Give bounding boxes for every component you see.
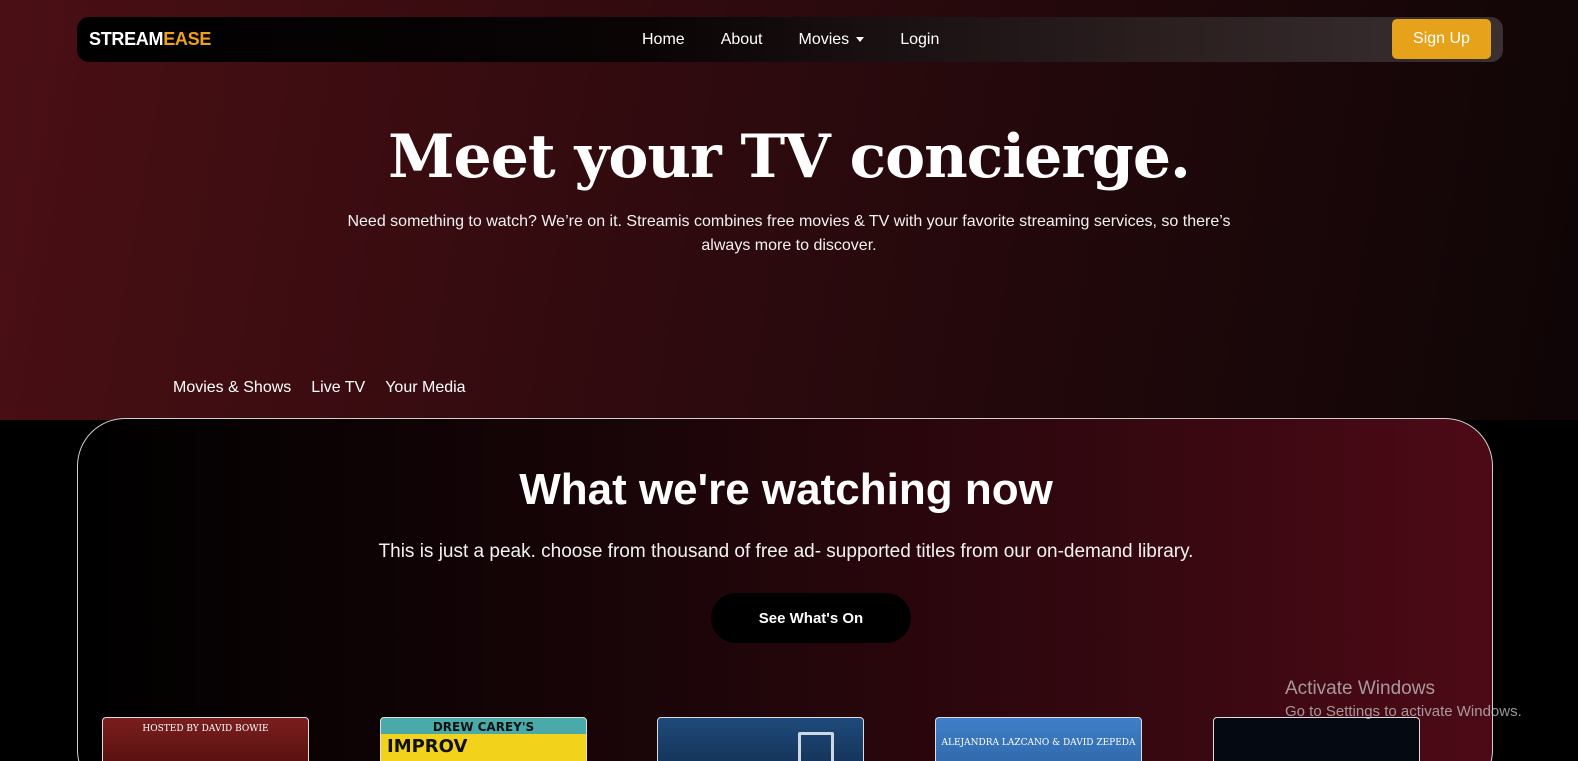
section-subtitle: This is just a peak. choose from thousan… (378, 541, 1194, 562)
nav-link-about[interactable]: About (721, 31, 763, 49)
watching-now-card: What we're watching now This is just a p… (77, 418, 1493, 761)
hero-title: Meet your TV concierge. (388, 122, 1191, 192)
nav-link-movies-label: Movies (798, 30, 850, 48)
poster-caption: HOSTED BY DAVID BOWIE (142, 724, 269, 734)
watermark-title: Activate Windows (1285, 678, 1435, 699)
nav-links: Home About Movies Login (642, 17, 975, 62)
poster-card[interactable]: HOSTED BY DAVID BOWIE (102, 717, 309, 761)
poster-card[interactable] (1213, 717, 1420, 761)
hero-subtitle: Need something to watch? We’re on it. St… (347, 213, 1231, 254)
poster-card[interactable]: ALEJANDRA LAZCANO & DAVID ZEPEDA (935, 717, 1142, 761)
signup-button[interactable]: Sign Up (1392, 19, 1491, 59)
logo-text-accent: EASE (163, 29, 212, 49)
poster-caption: ALEJANDRA LAZCANO & DAVID ZEPEDA (941, 738, 1136, 748)
nav-link-home[interactable]: Home (642, 31, 685, 49)
activate-windows-watermark: Activate Windows Go to Settings to activ… (1285, 678, 1522, 720)
tab-movies-shows[interactable]: Movies & Shows (173, 379, 291, 397)
logo-text-primary: STREAM (89, 29, 164, 49)
logo[interactable]: STREAMEASE (89, 29, 211, 50)
see-whats-on-button[interactable]: See What's On (711, 593, 911, 643)
tab-live-tv[interactable]: Live TV (311, 379, 365, 397)
navbar: STREAMEASE Home About Movies Login Sign … (77, 17, 1503, 62)
hero-section: STREAMEASE Home About Movies Login Sign … (0, 0, 1578, 420)
poster-card[interactable] (657, 717, 864, 761)
poster-card[interactable]: DREW CAREY'S IMPROV (380, 717, 587, 761)
tab-your-media[interactable]: Your Media (385, 379, 465, 397)
section-title: What we're watching now (519, 465, 1053, 514)
watermark-subtitle: Go to Settings to activate Windows. (1285, 703, 1522, 720)
caret-down-icon (856, 37, 865, 42)
content-tabs: Movies & Shows Live TV Your Media (173, 379, 486, 397)
poster-caption: DREW CAREY'S (432, 720, 535, 734)
nav-link-login[interactable]: Login (900, 31, 939, 49)
nav-dropdown-movies[interactable]: Movies (799, 31, 865, 49)
poster-logo-icon (798, 732, 834, 761)
poster-title: IMPROV (387, 736, 468, 757)
